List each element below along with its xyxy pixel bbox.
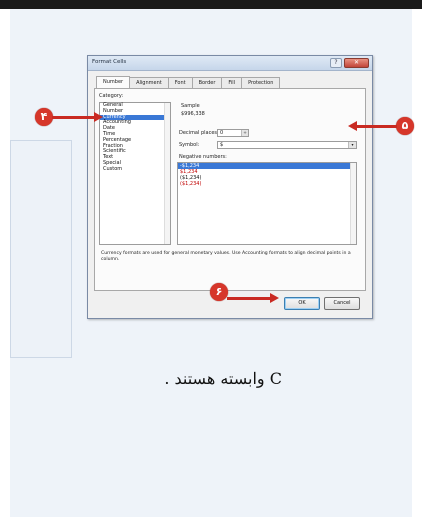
tab-protection[interactable]: Protection xyxy=(241,77,281,88)
side-panel xyxy=(10,140,72,358)
callout-badge-6: ۶ xyxy=(210,283,228,301)
body-text-line: C وابسته هستند . xyxy=(164,369,282,388)
category-label: Category: xyxy=(99,93,124,99)
category-list[interactable]: General Number Currency Accounting Date … xyxy=(99,102,171,245)
negative-format-item[interactable]: ($1,234) xyxy=(178,181,356,187)
callout-arrow-6 xyxy=(227,297,271,300)
sample-value: $996,338 xyxy=(181,111,205,117)
number-tab-panel: Category: General Number Currency Accoun… xyxy=(94,88,366,291)
dialog-titlebar: Format Cells ? ✕ xyxy=(88,56,372,71)
ok-button[interactable]: OK xyxy=(284,297,320,310)
tab-fill[interactable]: Fill xyxy=(221,77,243,88)
callout-badge-4: ۴ xyxy=(35,108,53,126)
category-item[interactable]: Custom xyxy=(100,166,170,173)
tab-alignment[interactable]: Alignment xyxy=(129,77,169,88)
callout-badge-5: ۵ xyxy=(396,117,414,135)
tab-border[interactable]: Border xyxy=(191,77,223,88)
decimal-places-label: Decimal places: xyxy=(179,130,219,136)
callout-arrow-5 xyxy=(356,125,397,128)
arrow-left-icon xyxy=(348,121,357,131)
tab-number[interactable]: Number xyxy=(96,76,131,88)
negative-list-scrollbar[interactable] xyxy=(350,163,356,244)
format-cells-dialog: Format Cells ? ✕ Number Alignment Font B… xyxy=(87,55,373,319)
decimal-places-spinner[interactable]: 0 ÷ xyxy=(217,129,249,137)
chevron-down-icon[interactable]: ▾ xyxy=(348,142,356,148)
dialog-title: Format Cells xyxy=(92,59,127,65)
arrow-right-icon xyxy=(270,293,279,303)
sample-group: Sample $996,338 xyxy=(177,101,359,123)
symbol-dropdown[interactable]: $ ▾ xyxy=(217,141,357,149)
top-bar xyxy=(0,0,422,9)
close-icon[interactable]: ✕ xyxy=(344,58,369,68)
body-text-latin: C xyxy=(269,369,282,388)
sample-label: Sample xyxy=(181,103,200,109)
cancel-button[interactable]: Cancel xyxy=(324,297,360,310)
tab-strip: Number Alignment Font Border Fill Protec… xyxy=(96,76,281,88)
tab-font[interactable]: Font xyxy=(167,77,193,88)
symbol-label: Symbol: xyxy=(179,142,200,148)
format-description: Currency formats are used for general mo… xyxy=(101,251,351,262)
category-scrollbar[interactable] xyxy=(164,103,170,244)
arrow-right-icon xyxy=(94,112,103,122)
spinner-arrows-icon[interactable]: ÷ xyxy=(241,130,248,136)
callout-arrow-4 xyxy=(52,116,96,119)
help-icon[interactable]: ? xyxy=(330,58,342,68)
negative-numbers-label: Negative numbers: xyxy=(179,154,227,160)
decimal-places-value: 0 xyxy=(220,130,224,136)
negative-numbers-list[interactable]: -$1,234 $1,234 ($1,234) ($1,234) xyxy=(177,162,357,245)
symbol-value: $ xyxy=(220,142,224,148)
body-text-persian: وابسته هستند . xyxy=(164,369,265,388)
